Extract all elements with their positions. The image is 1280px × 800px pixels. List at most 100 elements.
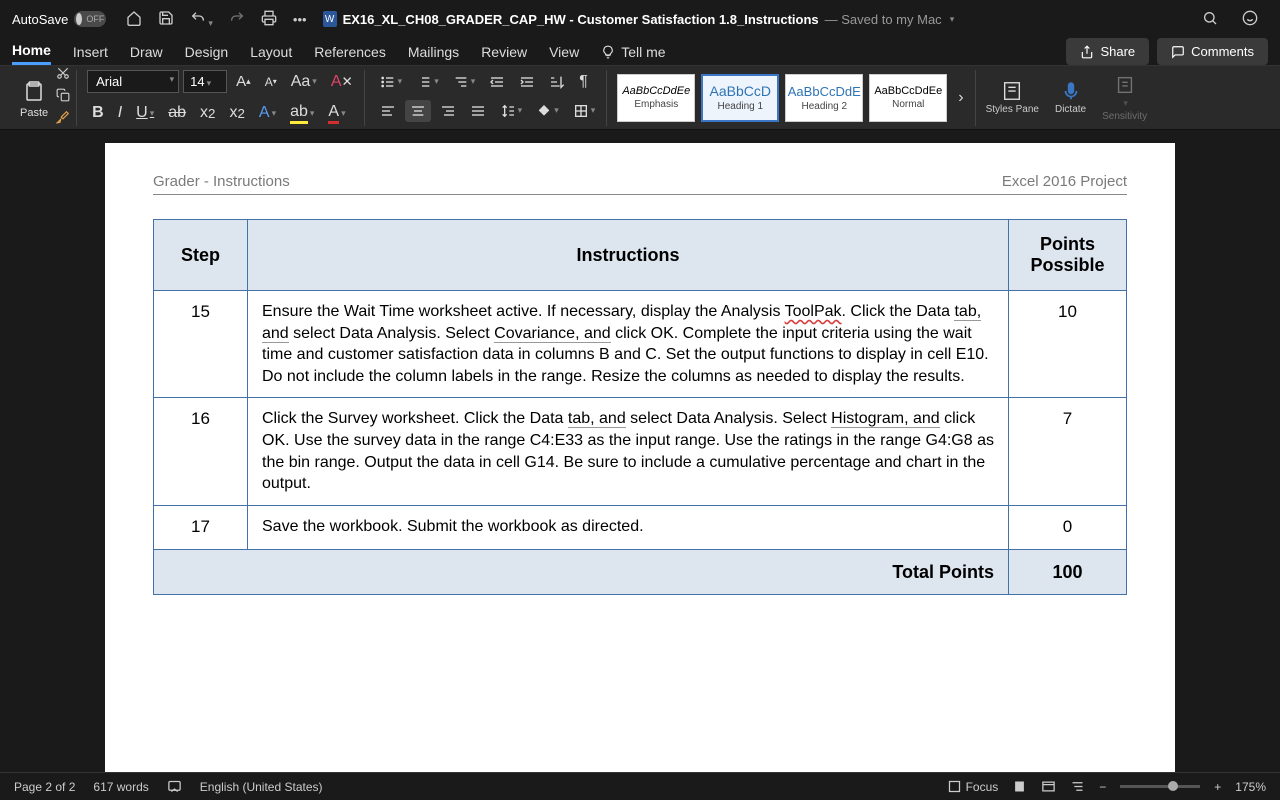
page: Grader - Instructions Excel 2016 Project… [105,143,1175,772]
zoom-out-button[interactable]: − [1099,780,1106,794]
tab-home[interactable]: Home [12,38,51,65]
web-layout-icon[interactable] [1041,779,1056,794]
word-doc-icon: W [323,11,337,27]
header-right: Excel 2016 Project [1002,173,1127,190]
styles-gallery: AaBbCcDdEeEmphasis AaBbCcDHeading 1 AaBb… [611,70,975,126]
save-icon[interactable] [158,10,174,29]
tab-review[interactable]: Review [481,40,527,64]
search-icon[interactable] [1202,14,1218,29]
change-case-icon[interactable]: Aa▾ [286,70,322,94]
bold-button[interactable]: B [87,101,109,125]
grow-font-icon[interactable]: A▴ [231,70,256,93]
sensitivity-button[interactable]: ▾ Sensitivity [1096,74,1153,122]
chevron-down-icon[interactable]: ▾ [950,14,955,25]
pilcrow-icon[interactable]: ¶ [574,70,593,94]
font-family-select[interactable]: Arial▾ [87,70,179,93]
total-row: Total Points100 [154,549,1127,594]
home-icon[interactable] [126,10,142,29]
numbering-icon[interactable]: ▾ [411,71,444,93]
format-painter-icon[interactable] [56,110,70,129]
sort-icon[interactable] [544,71,570,93]
cell-points: 0 [1009,505,1127,549]
comments-button[interactable]: Comments [1157,38,1268,65]
language-indicator[interactable]: English (United States) [200,780,323,794]
style-heading2[interactable]: AaBbCcDdEHeading 2 [785,74,863,122]
shrink-font-icon[interactable]: A▾ [260,72,282,92]
align-center-icon[interactable] [405,100,431,122]
focus-mode[interactable]: Focus [947,779,998,794]
document-area[interactable]: Grader - Instructions Excel 2016 Project… [0,143,1280,772]
th-points: Points Possible [1009,220,1127,291]
text-effects-icon[interactable]: A▾ [254,101,281,125]
font-size-select[interactable]: 14▾ [183,70,227,93]
table-row: 16Click the Survey worksheet. Click the … [154,398,1127,505]
increase-indent-icon[interactable] [514,71,540,93]
header-left: Grader - Instructions [153,173,290,190]
shading-icon[interactable]: ▾ [531,100,564,122]
font-color-icon[interactable]: A▾ [323,100,350,127]
borders-icon[interactable]: ▾ [568,100,601,122]
style-emphasis[interactable]: AaBbCcDdEeEmphasis [617,74,695,122]
tab-references[interactable]: References [314,40,386,64]
decrease-indent-icon[interactable] [484,71,510,93]
undo-icon[interactable]: ▾ [190,10,213,29]
cell-step: 16 [154,398,248,505]
cell-instructions: Save the workbook. Submit the workbook a… [248,505,1009,549]
zoom-in-button[interactable]: + [1214,780,1221,794]
tell-me[interactable]: Tell me [601,40,665,64]
style-heading1[interactable]: AaBbCcDHeading 1 [701,74,779,122]
styles-pane-button[interactable]: Styles Pane [980,80,1045,115]
titlebar: AutoSave OFF ▾ ••• W EX16_XL_CH08_GRADER… [0,0,1280,38]
tab-insert[interactable]: Insert [73,40,108,64]
statusbar: Page 2 of 2 617 words English (United St… [0,772,1280,800]
ribbon-tabs: Home Insert Draw Design Layout Reference… [0,38,1280,66]
page-indicator[interactable]: Page 2 of 2 [14,780,75,794]
cell-step: 15 [154,291,248,398]
highlight-color-icon[interactable]: ab▾ [285,100,319,127]
style-normal[interactable]: AaBbCcDdEeNormal [869,74,947,122]
total-label: Total Points [154,549,1009,594]
justify-icon[interactable] [465,100,491,122]
bullets-icon[interactable]: ▾ [375,71,408,93]
subscript-button[interactable]: x2 [195,101,220,125]
cell-instructions: Ensure the Wait Time worksheet active. I… [248,291,1009,398]
underline-button[interactable]: U▾ [131,101,159,125]
emoji-icon[interactable] [1242,14,1258,29]
clear-format-icon[interactable]: A✕ [326,70,358,94]
styles-more-icon[interactable]: › [953,86,968,110]
redo-icon[interactable] [229,10,245,29]
tab-design[interactable]: Design [185,40,229,64]
cell-instructions: Click the Survey worksheet. Click the Da… [248,398,1009,505]
tab-layout[interactable]: Layout [250,40,292,64]
dictate-button[interactable]: Dictate [1049,80,1092,115]
copy-icon[interactable] [56,88,70,107]
print-layout-icon[interactable] [1012,779,1027,794]
zoom-level[interactable]: 175% [1235,780,1266,794]
align-right-icon[interactable] [435,100,461,122]
document-title: W EX16_XL_CH08_GRADER_CAP_HW - Customer … [323,11,955,27]
zoom-slider[interactable] [1120,785,1200,788]
total-value: 100 [1009,549,1127,594]
strikethrough-button[interactable]: ab [163,101,191,125]
share-button[interactable]: Share [1066,38,1149,65]
th-instructions: Instructions [248,220,1009,291]
italic-button[interactable]: I [113,101,127,125]
page-header: Grader - Instructions Excel 2016 Project [153,173,1127,195]
line-spacing-icon[interactable]: ▾ [495,100,528,122]
outline-view-icon[interactable] [1070,779,1085,794]
autosave-toggle[interactable]: AutoSave OFF [12,11,106,27]
superscript-button[interactable]: x2 [224,101,249,125]
multilevel-list-icon[interactable]: ▾ [448,71,481,93]
autosave-label: AutoSave [12,12,68,27]
paste-button[interactable]: Paste [16,75,52,121]
tab-mailings[interactable]: Mailings [408,40,459,64]
tab-view[interactable]: View [549,40,579,64]
more-icon[interactable]: ••• [293,12,307,27]
ribbon: Paste Arial▾ 14▾ A▴ A▾ Aa▾ A✕ B I U▾ ab … [0,66,1280,130]
cut-icon[interactable] [56,66,70,85]
word-count[interactable]: 617 words [93,780,148,794]
print-icon[interactable] [261,10,277,29]
align-left-icon[interactable] [375,100,401,122]
spellcheck-icon[interactable] [167,779,182,794]
tab-draw[interactable]: Draw [130,40,163,64]
